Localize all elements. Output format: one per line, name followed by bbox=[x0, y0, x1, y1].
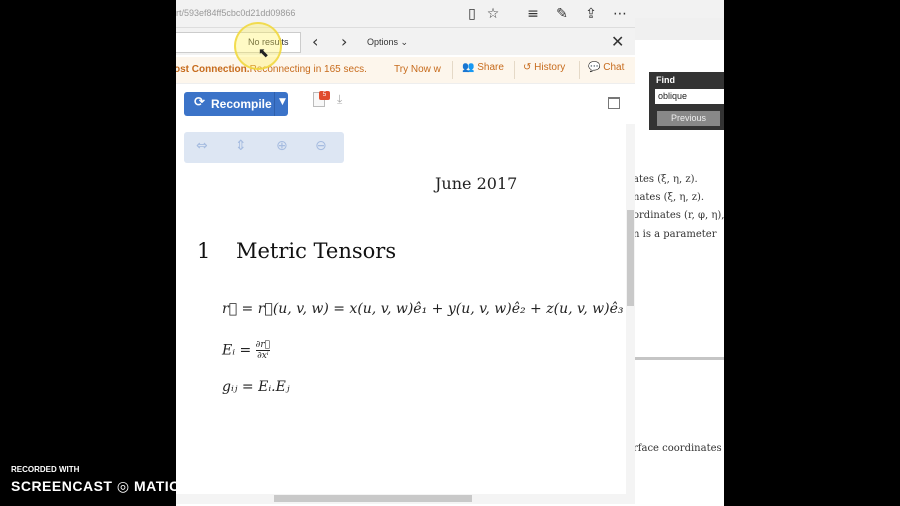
close-icon[interactable]: ✕ bbox=[611, 32, 624, 52]
section-title: Metric Tensors bbox=[236, 239, 397, 263]
chevron-down-icon[interactable]: ▼ bbox=[279, 97, 286, 107]
pdf-controls: ⇔ ⇕ ⊕ ⊖ bbox=[184, 132, 344, 163]
fit-height-icon[interactable]: ⇕ bbox=[235, 138, 247, 154]
equation-position-vector: r⃗ = r⃗(u, v, w) = x(u, v, w)ê₁ + y(u, v… bbox=[222, 301, 624, 317]
background-text-line: ates (ξ, η, z). bbox=[635, 174, 698, 185]
equation-basis-vector: Eᵢ = ∂r⃗ ∂xⁱ bbox=[222, 340, 271, 361]
background-divider bbox=[635, 357, 724, 360]
background-window-toolbar bbox=[635, 18, 724, 40]
try-now-label: Try Now bbox=[394, 64, 431, 75]
fraction: ∂r⃗ ∂xⁱ bbox=[255, 340, 271, 361]
browser-window: rt/593ef84ff5cbc0d21dd09866 ▯ ☆ ≡ ✎ ⇪ ⋯ … bbox=[176, 0, 635, 506]
recompile-label: Recompile bbox=[211, 97, 272, 111]
chevron-down-icon: ⌄ bbox=[400, 37, 409, 47]
hub-icon[interactable]: ≡ bbox=[523, 4, 543, 24]
download-icon[interactable]: ⤓ bbox=[337, 92, 342, 107]
editor-toolbar: ⟳ Recompile ▼ bbox=[176, 84, 635, 122]
users-icon: 👥 bbox=[462, 62, 475, 73]
share-label: Share bbox=[477, 62, 504, 73]
fraction-denominator: ∂xⁱ bbox=[257, 351, 269, 361]
find-previous-button[interactable]: Previous bbox=[657, 111, 720, 126]
equation-lhs: Eᵢ = bbox=[222, 342, 252, 359]
try-now-link[interactable]: Try Now w bbox=[394, 64, 441, 75]
lost-connection-text: ost Connection. bbox=[176, 64, 250, 75]
find-previous-icon[interactable]: ‹ bbox=[312, 32, 318, 51]
find-options-button[interactable]: Options ⌄ bbox=[367, 37, 408, 48]
chat-button[interactable]: 💬 Chat bbox=[588, 62, 624, 78]
divider bbox=[579, 61, 580, 79]
zoom-in-icon[interactable]: ⊕ bbox=[276, 138, 288, 154]
document-date: June 2017 bbox=[435, 174, 518, 193]
find-options-label: Options bbox=[367, 37, 399, 47]
divider bbox=[452, 61, 453, 79]
more-icon[interactable]: ⋯ bbox=[610, 4, 630, 24]
equation-metric-tensor: gᵢⱼ = Eᵢ.Eⱼ bbox=[222, 379, 290, 395]
background-window-titlebar bbox=[635, 0, 724, 19]
refresh-icon: ⟳ bbox=[194, 95, 205, 110]
favorite-star-icon[interactable]: ☆ bbox=[483, 4, 503, 24]
chat-icon: 💬 bbox=[588, 62, 601, 73]
recompile-button[interactable]: ⟳ Recompile ▼ bbox=[184, 92, 288, 116]
logs-badge: 5 bbox=[319, 91, 330, 100]
find-panel-input[interactable]: oblique bbox=[655, 89, 724, 104]
background-text-line: nates (ξ, η, z). bbox=[635, 192, 705, 203]
find-panel-label: Find bbox=[656, 75, 675, 85]
fraction-numerator: ∂r⃗ bbox=[255, 340, 271, 351]
divider bbox=[514, 61, 515, 79]
url-text[interactable]: rt/593ef84ff5cbc0d21dd09866 bbox=[176, 8, 295, 18]
section-number: 1 bbox=[197, 239, 211, 263]
reading-view-icon[interactable]: ▯ bbox=[462, 4, 482, 24]
vertical-scroll-thumb[interactable] bbox=[627, 210, 634, 306]
address-bar: rt/593ef84ff5cbc0d21dd09866 ▯ ☆ ≡ ✎ ⇪ ⋯ bbox=[176, 0, 635, 28]
chat-label: Chat bbox=[603, 62, 625, 73]
share-icon[interactable]: ⇪ bbox=[581, 4, 601, 24]
background-text-line: rface coordinates bbox=[635, 443, 722, 454]
history-button[interactable]: ↺ History bbox=[523, 62, 565, 78]
zoom-out-icon[interactable]: ⊖ bbox=[315, 138, 327, 154]
watermark-brand: SCREENCAST bbox=[11, 478, 113, 494]
history-icon: ↺ bbox=[523, 62, 532, 73]
mouse-cursor-icon: ⬉ bbox=[258, 46, 269, 61]
watermark-brand-end: MATIC bbox=[133, 478, 180, 494]
maximize-icon[interactable] bbox=[608, 97, 620, 109]
background-text-line: n is a parameter bbox=[635, 229, 717, 240]
watermark-recorded: RECORDED WITH bbox=[11, 465, 80, 474]
web-note-icon[interactable]: ✎ bbox=[552, 4, 572, 24]
horizontal-scroll-thumb[interactable] bbox=[274, 495, 472, 502]
find-panel: Find oblique Previous bbox=[649, 72, 724, 130]
try-now-extra: w bbox=[433, 64, 441, 75]
record-icon: ◎ bbox=[116, 479, 130, 495]
divider bbox=[274, 92, 275, 116]
vertical-scrollbar[interactable] bbox=[626, 124, 635, 494]
fit-width-icon[interactable]: ⇔ bbox=[196, 138, 208, 154]
share-button[interactable]: 👥 Share bbox=[462, 62, 504, 78]
history-label: History bbox=[534, 62, 566, 73]
find-next-icon[interactable]: › bbox=[341, 32, 347, 51]
watermark-screencast: SCREENCAST ◎ MATIC bbox=[11, 478, 180, 495]
background-text-line: ordinates (r, φ, η), bbox=[635, 210, 724, 221]
